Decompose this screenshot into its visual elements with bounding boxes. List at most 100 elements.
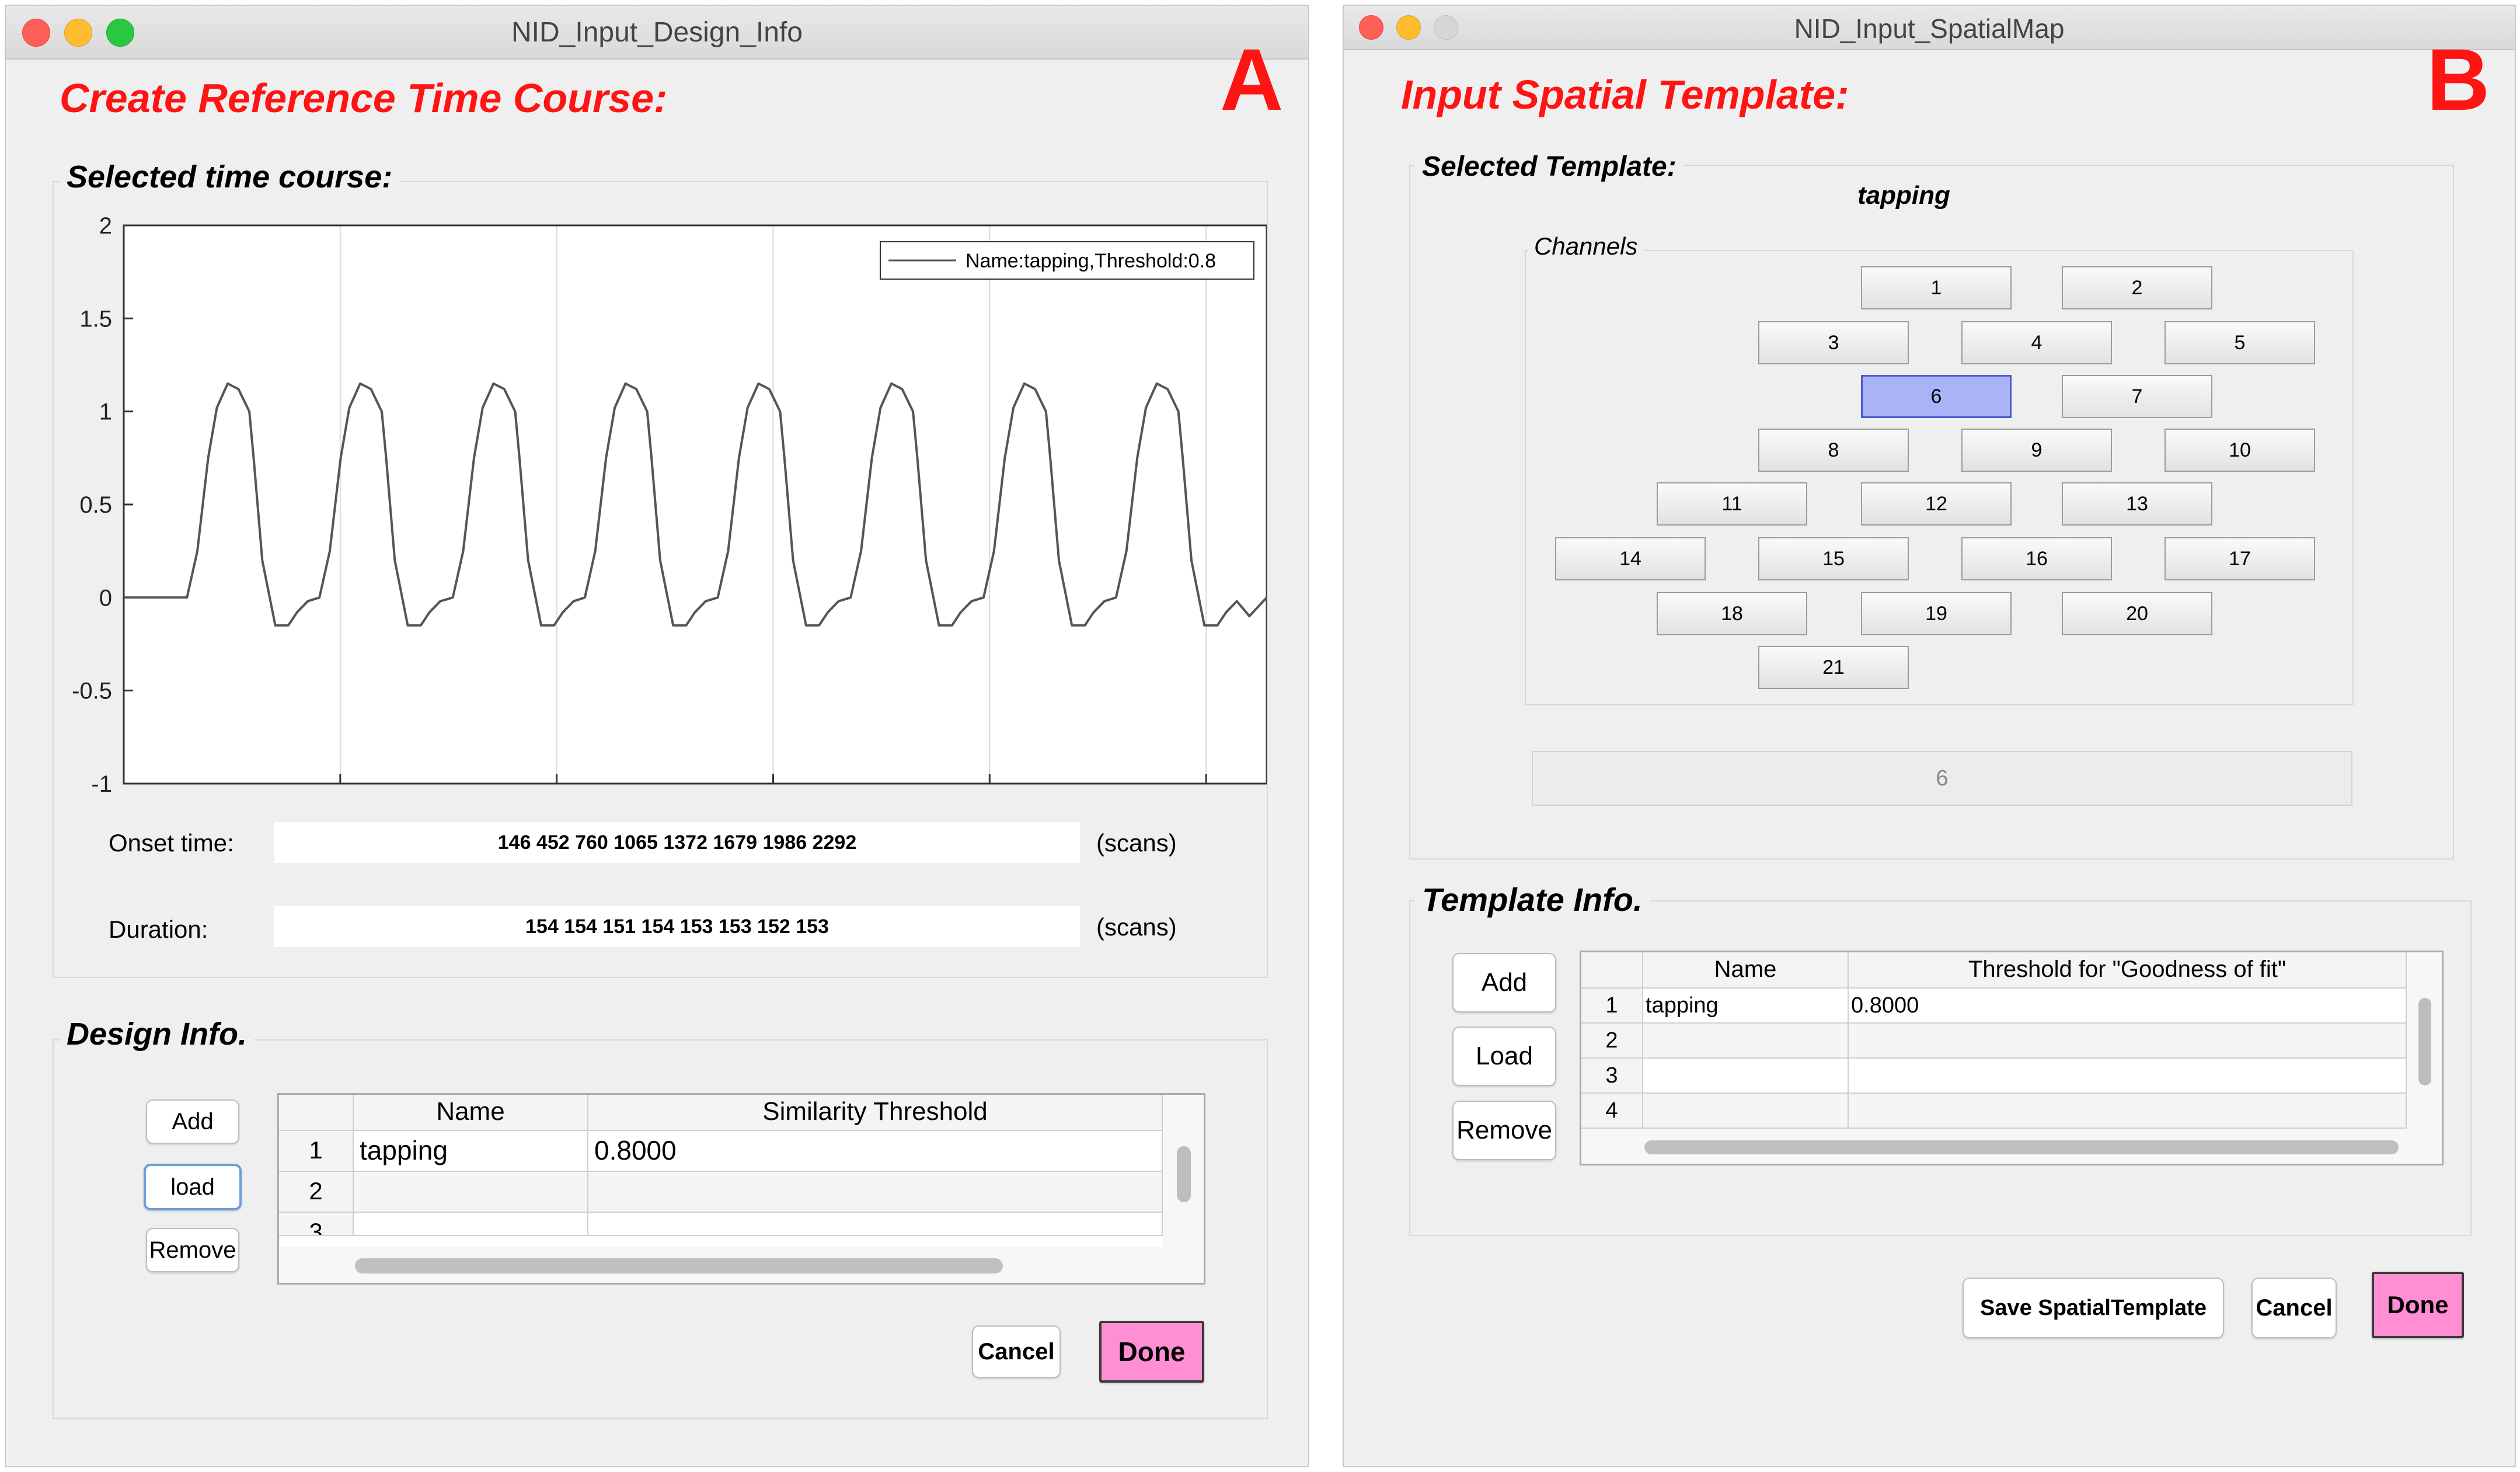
channel-button-5[interactable]: 5: [2165, 321, 2315, 364]
table-cell-name[interactable]: tapping: [1643, 989, 1849, 1024]
title-bar: NID_Input_Design_Info: [6, 6, 1308, 60]
y-tick-label: 1.5: [79, 306, 112, 332]
table-cell-threshold[interactable]: [588, 1172, 1163, 1213]
channel-button-12[interactable]: 12: [1861, 482, 2012, 526]
row-number: 2: [1581, 1024, 1643, 1059]
template-name: tapping: [1857, 181, 1950, 210]
onset-label: Onset time:: [109, 829, 234, 857]
save-spatial-template-button[interactable]: Save SpatialTemplate: [1963, 1278, 2224, 1338]
spatial-map-window: NID_Input_SpatialMap B Input Spatial Tem…: [1343, 5, 2516, 1467]
table-cell-threshold[interactable]: 0.8000: [1849, 989, 2407, 1024]
onset-unit: (scans): [1096, 829, 1177, 857]
template-info-title: Template Info.: [1415, 881, 1650, 918]
channel-button-7[interactable]: 7: [2062, 375, 2212, 418]
title-bar: NID_Input_SpatialMap: [1344, 6, 2515, 50]
table-cell-name[interactable]: [1643, 1024, 1849, 1059]
channel-button-17[interactable]: 17: [2165, 537, 2315, 580]
column-header-threshold[interactable]: Similarity Threshold: [588, 1095, 1163, 1131]
row-number: 4: [1581, 1094, 1643, 1129]
channel-button-10[interactable]: 10: [2165, 429, 2315, 472]
channel-button-11[interactable]: 11: [1657, 482, 1807, 526]
onset-time-field[interactable]: 146 452 760 1065 1372 1679 1986 2292: [274, 822, 1080, 863]
page-heading: Create Reference Time Course:: [60, 75, 668, 121]
channel-button-14[interactable]: 14: [1555, 537, 1706, 580]
page-heading: Input Spatial Template:: [1401, 72, 1849, 117]
selected-channel-display: 6: [1532, 751, 2352, 806]
vertical-scrollbar-track[interactable]: [1163, 1095, 1204, 1247]
duration-label: Duration:: [109, 916, 208, 943]
table-cell-name[interactable]: [1643, 1094, 1849, 1129]
channel-button-2[interactable]: 2: [2062, 266, 2212, 309]
channel-button-9[interactable]: 9: [1961, 429, 2112, 472]
plot-background: [124, 225, 1267, 784]
column-header-name[interactable]: Name: [1643, 952, 1849, 989]
vertical-scrollbar-thumb[interactable]: [2418, 998, 2431, 1085]
duration-unit: (scans): [1096, 913, 1177, 941]
row-number: 1: [1581, 989, 1643, 1024]
cancel-button[interactable]: Cancel: [972, 1325, 1061, 1378]
horizontal-scrollbar-thumb[interactable]: [355, 1258, 1003, 1273]
vertical-scrollbar-track[interactable]: [2407, 952, 2442, 1129]
channel-button-4[interactable]: 4: [1961, 321, 2112, 364]
load-button[interactable]: load: [144, 1164, 242, 1210]
table-cell-threshold[interactable]: [1849, 1024, 2407, 1059]
channel-button-3[interactable]: 3: [1758, 321, 1909, 364]
design-info-window: NID_Input_Design_Info A Create Reference…: [5, 5, 1309, 1467]
y-tick-label: 1: [99, 399, 112, 425]
horizontal-scrollbar-track[interactable]: [1581, 1129, 2442, 1164]
cancel-button[interactable]: Cancel: [2251, 1278, 2337, 1338]
y-tick-label: -0.5: [72, 678, 112, 704]
window-title: NID_Input_Design_Info: [511, 17, 803, 48]
design-info-group-title: Design Info.: [60, 1016, 254, 1052]
channel-button-13[interactable]: 13: [2062, 482, 2212, 526]
y-tick-label: -1: [91, 771, 112, 794]
done-button[interactable]: Done: [2372, 1272, 2464, 1338]
panel-letter: A: [1220, 30, 1284, 128]
y-tick-label: 0.5: [79, 492, 112, 518]
table-cell-name[interactable]: [354, 1213, 588, 1236]
chart-grid: [124, 225, 1267, 784]
legend-label: Name:tapping,Threshold:0.8: [966, 250, 1216, 272]
time-course-group-title: Selected time course:: [60, 159, 400, 195]
add-button[interactable]: Add: [146, 1099, 239, 1144]
channel-button-15[interactable]: 15: [1758, 537, 1909, 580]
panel-letter: B: [2427, 30, 2490, 128]
table-cell-threshold[interactable]: [588, 1213, 1163, 1236]
row-number: 3: [1581, 1059, 1643, 1094]
channel-button-20[interactable]: 20: [2062, 592, 2212, 635]
vertical-scrollbar-thumb[interactable]: [1177, 1146, 1191, 1202]
channel-button-18[interactable]: 18: [1657, 592, 1807, 635]
row-number: 1: [279, 1131, 354, 1172]
channel-button-8[interactable]: 8: [1758, 429, 1909, 472]
add-button[interactable]: Add: [1452, 953, 1556, 1012]
table-cell-name[interactable]: tapping: [354, 1131, 588, 1172]
table-corner: [279, 1095, 354, 1131]
table-cell-threshold[interactable]: [1849, 1059, 2407, 1094]
column-header-name[interactable]: Name: [354, 1095, 588, 1131]
column-header-threshold[interactable]: Threshold for "Goodness of fit": [1849, 952, 2407, 989]
table-corner: [1581, 952, 1643, 989]
y-tick-label: 0: [99, 585, 112, 611]
table-cell-threshold[interactable]: [1849, 1094, 2407, 1129]
load-button[interactable]: Load: [1452, 1026, 1556, 1086]
template-table: Name Threshold for "Goodness of fit" 1 t…: [1580, 951, 2444, 1165]
table-cell-name[interactable]: [354, 1172, 588, 1213]
remove-button[interactable]: Remove: [146, 1228, 239, 1272]
duration-field[interactable]: 154 154 151 154 153 153 152 153: [274, 906, 1080, 947]
channel-button-19[interactable]: 19: [1861, 592, 2012, 635]
channel-button-21[interactable]: 21: [1758, 646, 1909, 689]
row-number: 3: [279, 1213, 354, 1236]
channel-button-6[interactable]: 6: [1861, 375, 2012, 418]
remove-button[interactable]: Remove: [1452, 1101, 1556, 1160]
table-cell-name[interactable]: [1643, 1059, 1849, 1094]
channel-button-1[interactable]: 1: [1861, 266, 2012, 309]
row-number: 2: [279, 1172, 354, 1213]
done-button[interactable]: Done: [1099, 1321, 1204, 1383]
channels-title: Channels: [1528, 232, 1644, 260]
table-cell-threshold[interactable]: 0.8000: [588, 1131, 1163, 1172]
horizontal-scrollbar-thumb[interactable]: [1644, 1140, 2399, 1154]
channel-button-16[interactable]: 16: [1961, 537, 2112, 580]
design-table: Name Similarity Threshold 1 tapping 0.80…: [277, 1093, 1205, 1285]
time-course-chart: -1-0.500.511.52 5001000150020002500 Name…: [72, 213, 1267, 794]
horizontal-scrollbar-track[interactable]: [279, 1247, 1204, 1283]
